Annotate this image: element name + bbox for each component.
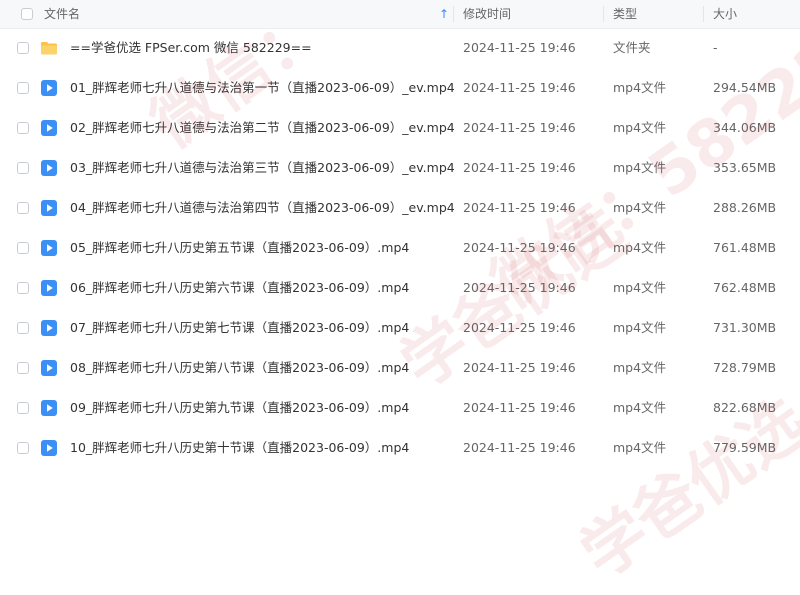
file-row[interactable]: 08_胖辉老师七升八历史第八节课（直播2023-06-09）.mp4 2024-1… [0, 348, 800, 388]
sort-ascending-icon[interactable]: ↑ [439, 0, 449, 28]
file-type: mp4文件 [613, 240, 667, 255]
file-row[interactable]: 03_胖辉老师七升八道德与法治第三节（直播2023-06-09）_ev.mp4 2… [0, 148, 800, 188]
file-name[interactable]: 01_胖辉老师七升八道德与法治第一节（直播2023-06-09）_ev.mp4 [70, 68, 455, 108]
file-type: mp4文件 [613, 120, 667, 135]
file-row[interactable]: 01_胖辉老师七升八道德与法治第一节（直播2023-06-09）_ev.mp4 2… [0, 68, 800, 108]
file-name[interactable]: ==学爸优选 FPSer.com 微信 582229== [70, 28, 312, 68]
file-size: 294.54MB [713, 80, 777, 95]
column-divider[interactable] [703, 6, 704, 22]
column-modified-header[interactable]: 修改时间 [463, 0, 511, 28]
file-size: 779.59MB [713, 440, 777, 455]
file-name[interactable]: 02_胖辉老师七升八道德与法治第二节（直播2023-06-09）_ev.mp4 [70, 108, 455, 148]
file-type: mp4文件 [613, 400, 667, 415]
file-type: mp4文件 [613, 360, 667, 375]
modified-time: 2024-11-25 19:46 [463, 440, 576, 455]
row-checkbox[interactable] [17, 162, 29, 174]
row-checkbox[interactable] [17, 242, 29, 254]
row-checkbox[interactable] [17, 122, 29, 134]
file-row[interactable]: 09_胖辉老师七升八历史第九节课（直播2023-06-09）.mp4 2024-1… [0, 388, 800, 428]
file-size: 353.65MB [713, 160, 777, 175]
file-size: 731.30MB [713, 320, 777, 335]
video-file-icon [40, 119, 58, 137]
modified-time: 2024-11-25 19:46 [463, 360, 576, 375]
video-file-icon [40, 399, 58, 417]
row-checkbox[interactable] [17, 402, 29, 414]
file-size: 728.79MB [713, 360, 777, 375]
file-type: mp4文件 [613, 160, 667, 175]
video-file-icon [40, 239, 58, 257]
video-file-icon [40, 359, 58, 377]
file-name[interactable]: 06_胖辉老师七升八历史第六节课（直播2023-06-09）.mp4 [70, 268, 409, 308]
file-size: 344.06MB [713, 120, 777, 135]
folder-icon [40, 39, 58, 57]
row-checkbox[interactable] [17, 42, 29, 54]
row-checkbox[interactable] [17, 322, 29, 334]
video-file-icon [40, 439, 58, 457]
modified-time: 2024-11-25 19:46 [463, 280, 576, 295]
modified-time: 2024-11-25 19:46 [463, 160, 576, 175]
file-row[interactable]: 05_胖辉老师七升八历史第五节课（直播2023-06-09）.mp4 2024-1… [0, 228, 800, 268]
file-name[interactable]: 05_胖辉老师七升八历史第五节课（直播2023-06-09）.mp4 [70, 228, 409, 268]
file-row[interactable]: 04_胖辉老师七升八道德与法治第四节（直播2023-06-09）_ev.mp4 2… [0, 188, 800, 228]
file-name[interactable]: 07_胖辉老师七升八历史第七节课（直播2023-06-09）.mp4 [70, 308, 409, 348]
column-name-header[interactable]: 文件名 [44, 0, 80, 28]
row-checkbox[interactable] [17, 442, 29, 454]
file-type: mp4文件 [613, 320, 667, 335]
modified-time: 2024-11-25 19:46 [463, 200, 576, 215]
modified-time: 2024-11-25 19:46 [463, 40, 576, 55]
modified-time: 2024-11-25 19:46 [463, 80, 576, 95]
video-file-icon [40, 319, 58, 337]
column-divider[interactable] [603, 6, 604, 22]
modified-time: 2024-11-25 19:46 [463, 320, 576, 335]
row-checkbox[interactable] [17, 82, 29, 94]
row-checkbox[interactable] [17, 362, 29, 374]
modified-time: 2024-11-25 19:46 [463, 240, 576, 255]
column-type-header[interactable]: 类型 [613, 0, 637, 28]
modified-time: 2024-11-25 19:46 [463, 120, 576, 135]
file-row[interactable]: 06_胖辉老师七升八历史第六节课（直播2023-06-09）.mp4 2024-1… [0, 268, 800, 308]
modified-time: 2024-11-25 19:46 [463, 400, 576, 415]
file-name[interactable]: 09_胖辉老师七升八历史第九节课（直播2023-06-09）.mp4 [70, 388, 409, 428]
video-file-icon [40, 159, 58, 177]
file-size: 288.26MB [713, 200, 777, 215]
column-divider[interactable] [453, 6, 454, 22]
row-checkbox[interactable] [17, 282, 29, 294]
file-size: - [713, 40, 718, 55]
file-name[interactable]: 10_胖辉老师七升八历史第十节课（直播2023-06-09）.mp4 [70, 428, 409, 468]
file-name[interactable]: 03_胖辉老师七升八道德与法治第三节（直播2023-06-09）_ev.mp4 [70, 148, 455, 188]
file-size: 762.48MB [713, 280, 777, 295]
file-type: mp4文件 [613, 80, 667, 95]
folder-row[interactable]: ==学爸优选 FPSer.com 微信 582229== 2024-11-25 1… [0, 28, 800, 68]
row-checkbox[interactable] [17, 202, 29, 214]
video-file-icon [40, 79, 58, 97]
file-name[interactable]: 08_胖辉老师七升八历史第八节课（直播2023-06-09）.mp4 [70, 348, 409, 388]
file-type: mp4文件 [613, 280, 667, 295]
file-row[interactable]: 07_胖辉老师七升八历史第七节课（直播2023-06-09）.mp4 2024-1… [0, 308, 800, 348]
file-row[interactable]: 02_胖辉老师七升八道德与法治第二节（直播2023-06-09）_ev.mp4 2… [0, 108, 800, 148]
file-type: mp4文件 [613, 200, 667, 215]
video-file-icon [40, 199, 58, 217]
file-size: 822.68MB [713, 400, 777, 415]
video-file-icon [40, 279, 58, 297]
file-size: 761.48MB [713, 240, 777, 255]
column-size-header[interactable]: 大小 [713, 0, 737, 28]
file-name[interactable]: 04_胖辉老师七升八道德与法治第四节（直播2023-06-09）_ev.mp4 [70, 188, 455, 228]
select-all-checkbox[interactable] [21, 8, 33, 20]
file-type: mp4文件 [613, 440, 667, 455]
column-header: 文件名 ↑ 修改时间 类型 大小 [0, 0, 800, 29]
file-row[interactable]: 10_胖辉老师七升八历史第十节课（直播2023-06-09）.mp4 2024-1… [0, 428, 800, 468]
file-type: 文件夹 [613, 40, 651, 55]
